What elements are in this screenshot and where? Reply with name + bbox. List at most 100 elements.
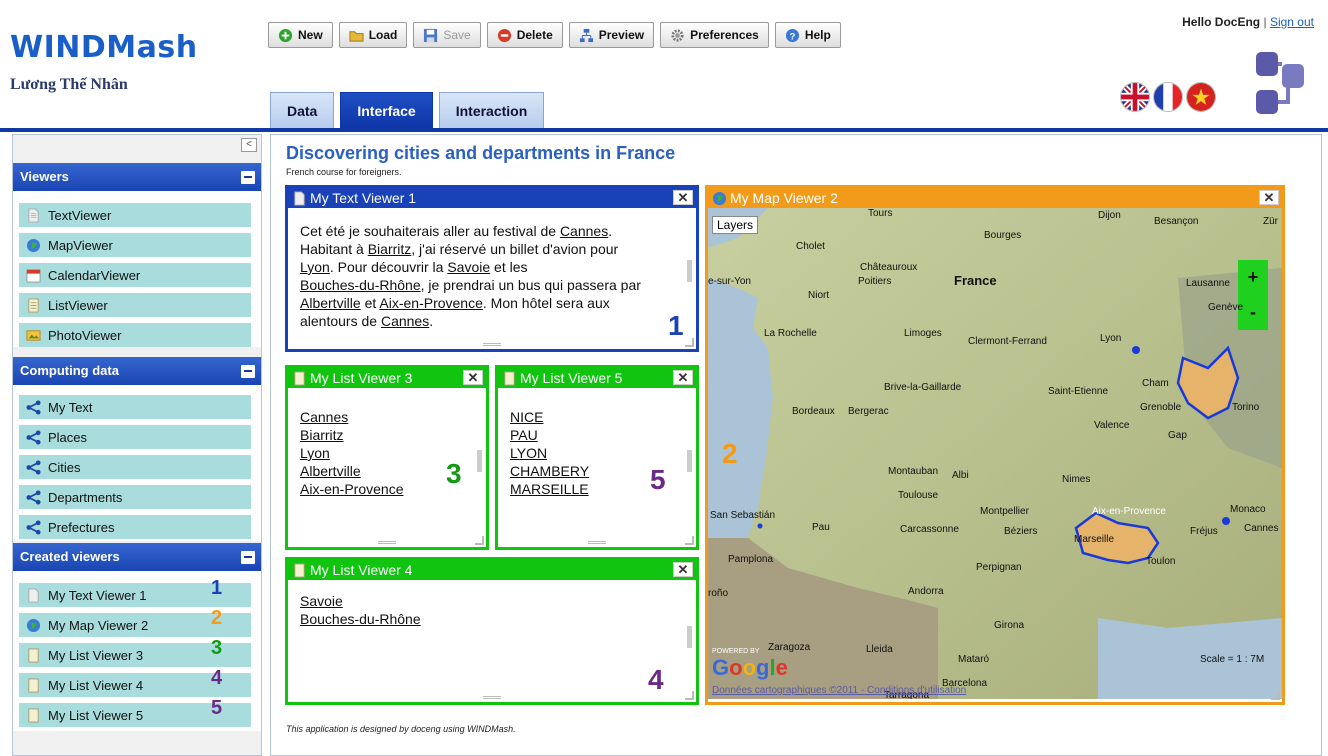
vietnam-flag-icon[interactable] — [1186, 82, 1216, 112]
list-item[interactable]: NICE — [510, 408, 684, 426]
viewer-item-listviewer[interactable]: ListViewer — [19, 293, 251, 317]
preview-button[interactable]: Preview — [568, 22, 655, 48]
text-segment: . Pour découvrir la — [329, 259, 448, 275]
place-link-savoie[interactable]: Savoie — [447, 259, 490, 275]
place-link-lyon[interactable]: Lyon — [300, 259, 330, 275]
resize-grip[interactable] — [378, 541, 396, 544]
viewer-title: My List Viewer 3 — [310, 370, 413, 386]
viewer-titlebar[interactable]: My Map Viewer 2 ✕ — [708, 188, 1282, 208]
resize-grip[interactable] — [483, 696, 501, 699]
close-icon[interactable]: ✕ — [673, 190, 693, 205]
collapse-sidebar-button[interactable]: < — [241, 138, 257, 152]
viewer-titlebar[interactable]: My List Viewer 3 ✕ — [288, 368, 486, 388]
resize-handle[interactable] — [1271, 691, 1280, 700]
globe-icon — [712, 191, 727, 205]
map-label: Montpellier — [980, 506, 1029, 517]
tab-data[interactable]: Data — [270, 92, 335, 128]
place-link-cannes[interactable]: Cannes — [560, 223, 608, 239]
list-viewer-4[interactable]: My List Viewer 4 ✕ Savoie Bouches-du-Rhô… — [285, 557, 699, 705]
sign-out-link[interactable]: Sign out — [1270, 15, 1314, 29]
map-label: Lausanne — [1186, 278, 1230, 289]
scrollbar[interactable] — [477, 450, 482, 472]
place-link-albertville[interactable]: Albertville — [300, 295, 361, 311]
computing-section-header[interactable]: Computing data — [13, 357, 261, 385]
resize-grip[interactable] — [588, 541, 606, 544]
map-label: Bordeaux — [792, 406, 835, 417]
tab-interaction[interactable]: Interaction — [438, 92, 545, 128]
resize-grip[interactable] — [483, 343, 501, 346]
text-segment: , je prendrai un bus qui passera par — [420, 277, 641, 293]
tab-interface[interactable]: Interface — [340, 92, 433, 128]
close-icon[interactable]: ✕ — [1259, 190, 1279, 205]
list-viewer-5[interactable]: My List Viewer 5 ✕ NICE PAU LYON CHAMBER… — [495, 365, 699, 550]
close-icon[interactable]: ✕ — [673, 370, 693, 385]
collapse-icon[interactable] — [241, 365, 255, 378]
uk-flag-icon[interactable] — [1120, 82, 1150, 112]
viewer-item-calendarviewer[interactable]: CalendarViewer — [19, 263, 251, 287]
viewer-titlebar[interactable]: My List Viewer 4 ✕ — [288, 560, 696, 580]
list-item[interactable]: LYON — [510, 444, 684, 462]
share-icon — [26, 429, 41, 445]
list-icon — [28, 707, 39, 723]
new-button[interactable]: New — [268, 22, 333, 48]
place-link-bouches-du-rhone[interactable]: Bouches-du-Rhône — [300, 277, 421, 293]
map-credits-link[interactable]: Données cartographiques ©2011 - Conditio… — [712, 685, 966, 696]
viewer-item-textviewer[interactable]: TextViewer — [19, 203, 251, 227]
viewer-titlebar[interactable]: My Text Viewer 1 ✕ — [288, 188, 696, 208]
resize-handle[interactable] — [475, 536, 484, 545]
map-label: Grenoble — [1140, 402, 1182, 413]
text-segment: . — [608, 223, 613, 239]
save-button-label: Save — [443, 28, 471, 42]
viewer-number: 2 — [722, 438, 738, 469]
data-item-label: Departments — [48, 489, 123, 505]
scrollbar[interactable] — [687, 626, 692, 648]
close-icon[interactable]: ✕ — [463, 370, 483, 385]
close-icon[interactable]: ✕ — [673, 562, 693, 577]
zoom-in-button[interactable]: + — [1238, 260, 1268, 295]
layers-button[interactable]: Layers — [712, 216, 759, 234]
viewers-section-header[interactable]: Viewers — [13, 163, 261, 191]
list-item[interactable]: PAU — [510, 426, 684, 444]
delete-button[interactable]: Delete — [486, 22, 563, 48]
viewer-item-photoviewer[interactable]: PhotoViewer — [19, 323, 251, 347]
map-viewer-2[interactable]: My Map Viewer 2 ✕ Layers + - Tours Dijon… — [705, 185, 1285, 705]
list-item[interactable]: Cannes — [300, 408, 474, 426]
place-link-cannes[interactable]: Cannes — [381, 313, 429, 329]
list-viewer-3[interactable]: My List Viewer 3 ✕ Cannes Biarritz Lyon … — [285, 365, 489, 550]
share-icon — [26, 519, 41, 535]
viewer-item-mapviewer[interactable]: MapViewer — [19, 233, 251, 257]
load-button[interactable]: Load — [338, 22, 408, 48]
help-button[interactable]: ? Help — [774, 22, 841, 48]
map[interactable]: Layers + - Tours Dijon Besançon Zür Chol… — [708, 208, 1282, 699]
app-logo: WINDMash — [10, 30, 198, 65]
text-segment: . Mon hôtel sera aux — [482, 295, 610, 311]
collapse-icon[interactable] — [241, 171, 255, 184]
resize-handle[interactable] — [685, 691, 694, 700]
created-section-header[interactable]: Created viewers — [13, 543, 261, 571]
collapse-icon[interactable] — [241, 551, 255, 564]
place-link-aix[interactable]: Aix-en-Provence — [379, 295, 483, 311]
resize-handle[interactable] — [685, 536, 694, 545]
map-label: Pamplona — [728, 554, 774, 565]
resize-handle[interactable] — [685, 338, 694, 347]
map-label: Toulon — [1146, 556, 1176, 567]
preferences-button[interactable]: Preferences — [660, 22, 769, 48]
data-item-departments[interactable]: Departments — [19, 485, 251, 509]
scrollbar[interactable] — [687, 260, 692, 282]
text-viewer-1[interactable]: My Text Viewer 1 ✕ Cet été je souhaitera… — [285, 185, 699, 352]
viewer-titlebar[interactable]: My List Viewer 5 ✕ — [498, 368, 696, 388]
france-flag-icon[interactable] — [1153, 82, 1183, 112]
data-item-label: Places — [48, 429, 88, 445]
data-item-places[interactable]: Places — [19, 425, 251, 449]
data-item-my-text[interactable]: My Text — [19, 395, 251, 419]
greeting-separator: | — [1263, 15, 1267, 29]
data-item-cities[interactable]: Cities — [19, 455, 251, 479]
place-link-biarritz[interactable]: Biarritz — [368, 241, 412, 257]
save-button[interactable]: Save — [413, 22, 481, 48]
list-item[interactable]: Bouches-du-Rhône — [300, 610, 684, 628]
scrollbar[interactable] — [687, 450, 692, 472]
list-item[interactable]: Savoie — [300, 592, 684, 610]
data-item-prefectures[interactable]: Prefectures — [19, 515, 251, 539]
created-list: My Text Viewer 1 1 My Map Viewer 2 2 My … — [13, 571, 261, 731]
list-item[interactable]: Biarritz — [300, 426, 474, 444]
